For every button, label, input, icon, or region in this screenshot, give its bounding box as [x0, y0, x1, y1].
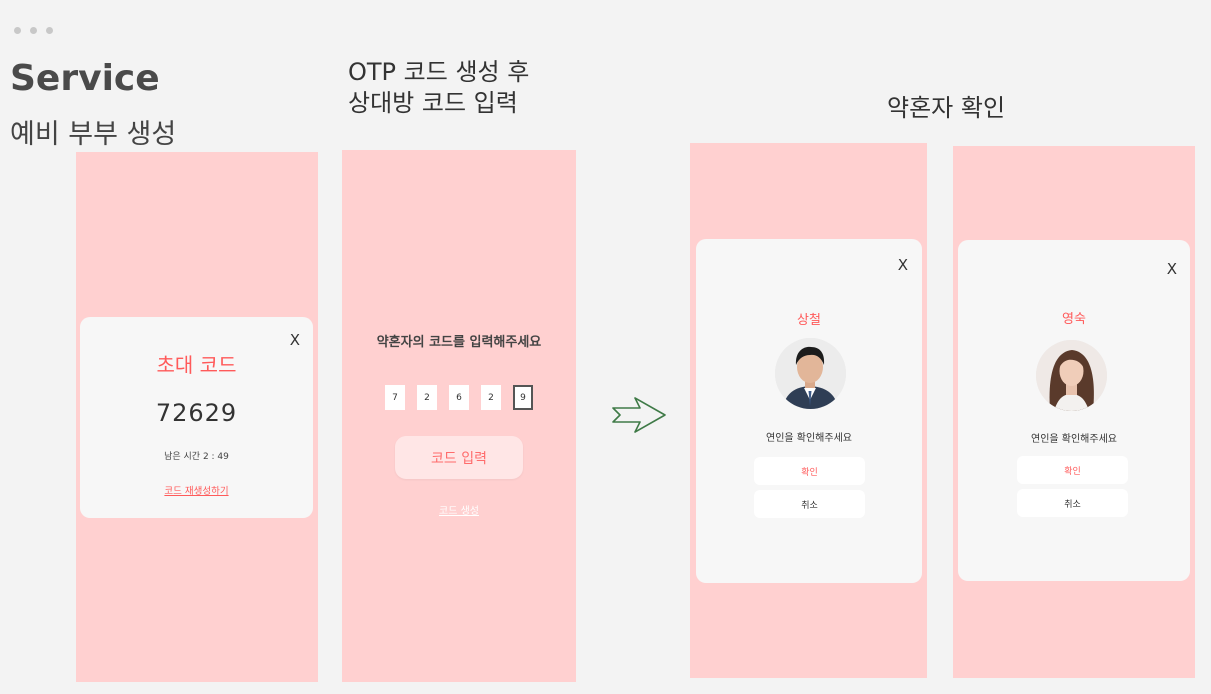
otp-digit-input[interactable]: 7 [385, 385, 405, 410]
otp-digit-input[interactable]: 9 [513, 385, 533, 410]
window-dot [30, 27, 37, 34]
regenerate-code-link[interactable]: 코드 재생성하기 [164, 486, 228, 497]
submit-code-button[interactable]: 코드 입력 [395, 436, 523, 479]
confirm-screen-2: X 영숙 연인을 확인해주세요 확인 취소 [953, 146, 1195, 678]
window-dot [14, 27, 21, 34]
cancel-button[interactable]: 취소 [1017, 489, 1128, 517]
confirm-message: 연인을 확인해주세요 [766, 433, 852, 444]
otp-digit-input[interactable]: 2 [417, 385, 437, 410]
confirm-message: 연인을 확인해주세요 [1031, 434, 1117, 445]
otp-digit-inputs: 7 2 6 2 9 [342, 385, 576, 410]
invite-code-value: 72629 [155, 399, 238, 427]
confirm-card: X 영숙 연인을 확인해주세요 확인 취소 [958, 240, 1190, 581]
woman-portrait-icon [1036, 340, 1107, 411]
confirm-column-title: 약혼자 확인 [887, 94, 1006, 122]
window-dots-icon [14, 27, 53, 34]
window-dot [46, 27, 53, 34]
remaining-time: 남은 시간 2 : 49 [164, 452, 229, 462]
invite-code-label: 초대 코드 [156, 353, 237, 377]
page-title: Service [10, 58, 160, 99]
otp-digit-input[interactable]: 6 [449, 385, 469, 410]
close-button[interactable]: X [898, 256, 908, 274]
confirm-screen-1: X 상철 연인을 확인해주세요 확인 취소 [690, 143, 927, 678]
partner-avatar [775, 338, 846, 409]
invite-screen: X 초대 코드 72629 남은 시간 2 : 49 코드 재생성하기 [76, 152, 318, 682]
generate-code-link[interactable]: 코드 생성 [439, 506, 479, 517]
otp-prompt: 약혼자의 코드를 입력해주세요 [376, 335, 542, 350]
otp-screen: 약혼자의 코드를 입력해주세요 7 2 6 2 9 코드 입력 코드 생성 [342, 150, 576, 682]
otp-title-line2: 상대방 코드 입력 [348, 89, 518, 117]
partner-avatar [1036, 340, 1107, 411]
man-portrait-icon [775, 338, 846, 409]
cancel-button[interactable]: 취소 [754, 490, 865, 518]
partner-name: 상철 [797, 313, 821, 328]
confirm-button[interactable]: 확인 [1017, 456, 1128, 484]
page-subtitle: 예비 부부 생성 [10, 119, 177, 150]
otp-column-title: OTP 코드 생성 후 상대방 코드 입력 [348, 57, 529, 119]
partner-name: 영숙 [1062, 312, 1086, 327]
otp-title-line1: OTP 코드 생성 후 [348, 58, 530, 86]
close-button[interactable]: X [290, 331, 300, 349]
arrow-right-icon [612, 397, 666, 433]
confirm-card: X 상철 연인을 확인해주세요 확인 취소 [696, 239, 922, 583]
confirm-button[interactable]: 확인 [754, 457, 865, 485]
invite-code-card: X 초대 코드 72629 남은 시간 2 : 49 코드 재생성하기 [80, 317, 313, 518]
otp-digit-input[interactable]: 2 [481, 385, 501, 410]
close-button[interactable]: X [1167, 260, 1177, 278]
